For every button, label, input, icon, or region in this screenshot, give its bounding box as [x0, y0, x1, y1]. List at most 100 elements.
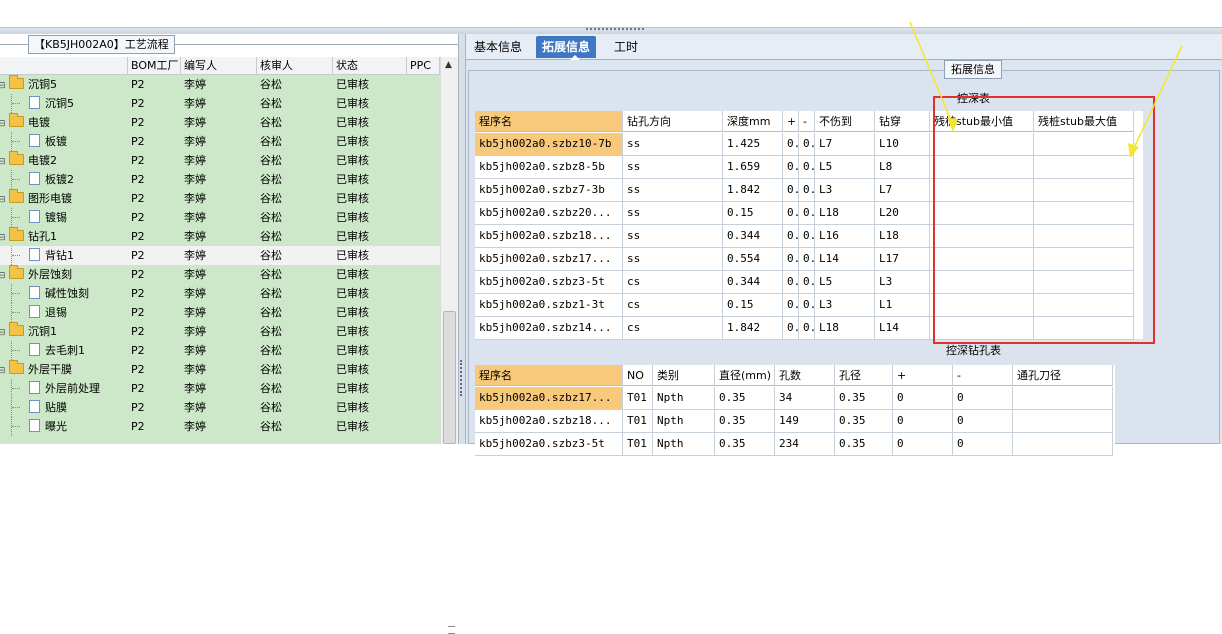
- table-column-header[interactable]: 残桩stub最小值: [930, 111, 1034, 132]
- table-cell[interactable]: L20: [875, 202, 930, 225]
- table-cell[interactable]: 0..: [799, 294, 815, 317]
- table-cell[interactable]: L17: [875, 248, 930, 271]
- table-cell[interactable]: 234: [775, 433, 835, 456]
- table-cell[interactable]: 0: [893, 387, 953, 410]
- table-cell[interactable]: 1.842: [723, 179, 783, 202]
- table-cell[interactable]: 0: [953, 410, 1013, 433]
- table-cell[interactable]: L5: [815, 156, 875, 179]
- table-cell[interactable]: 0.35: [715, 410, 775, 433]
- table-column-header[interactable]: 程序名: [475, 365, 623, 386]
- tree-row[interactable]: 曝光 P2 李婷 谷松 已审核: [0, 417, 440, 436]
- table-cell[interactable]: [930, 271, 1034, 294]
- tree-row[interactable]: 背钻1 P2 李婷 谷松 已审核: [0, 246, 440, 265]
- table-cell[interactable]: cs: [623, 271, 723, 294]
- table-cell[interactable]: 0..: [783, 317, 799, 340]
- table-cell[interactable]: [1034, 317, 1134, 340]
- tab-extended-info[interactable]: 拓展信息: [536, 36, 597, 58]
- table-cell[interactable]: 0: [953, 387, 1013, 410]
- table-column-header[interactable]: NO: [623, 365, 653, 386]
- table-cell[interactable]: 149: [775, 410, 835, 433]
- table-cell[interactable]: 1.842: [723, 317, 783, 340]
- table-column-header[interactable]: 深度mm: [723, 111, 783, 132]
- table-cell[interactable]: 0..: [783, 248, 799, 271]
- table-cell[interactable]: kb5jh002a0.szbz8-5b: [475, 156, 623, 179]
- tree-row[interactable]: 碱性蚀刻 P2 李婷 谷松 已审核: [0, 284, 440, 303]
- column-header-bom[interactable]: BOM工厂: [128, 57, 181, 75]
- tree-row[interactable]: ⊟ 电镀2 P2 李婷 谷松 已审核: [0, 151, 440, 170]
- table-cell[interactable]: L8: [875, 156, 930, 179]
- tree-row[interactable]: 外层前处理 P2 李婷 谷松 已审核: [0, 379, 440, 398]
- table-cell[interactable]: 0.344: [723, 225, 783, 248]
- table-cell[interactable]: 0..: [799, 202, 815, 225]
- table-column-header[interactable]: 直径(mm): [715, 365, 775, 386]
- tree-row[interactable]: 退锡 P2 李婷 谷松 已审核: [0, 303, 440, 322]
- table-cell[interactable]: 0..: [783, 179, 799, 202]
- tree-row[interactable]: 去毛刺1 P2 李婷 谷松 已审核: [0, 341, 440, 360]
- scroll-up-arrow-icon[interactable]: ▲: [445, 60, 452, 70]
- table-cell[interactable]: T01: [623, 387, 653, 410]
- table-cell[interactable]: ss: [623, 248, 723, 271]
- tree-row[interactable]: 沉铜5 P2 李婷 谷松 已审核: [0, 94, 440, 113]
- scroll-thumb[interactable]: [443, 311, 456, 634]
- table-cell[interactable]: 0..: [799, 156, 815, 179]
- tree-row[interactable]: 贴膜 P2 李婷 谷松 已审核: [0, 398, 440, 417]
- table-column-header[interactable]: 不伤到: [815, 111, 875, 132]
- table-cell[interactable]: 0..: [783, 133, 799, 156]
- table-cell[interactable]: L16: [815, 225, 875, 248]
- table-cell[interactable]: 1.659: [723, 156, 783, 179]
- table-cell[interactable]: 0.15: [723, 202, 783, 225]
- table-cell[interactable]: [1013, 433, 1113, 456]
- table-cell[interactable]: L5: [815, 271, 875, 294]
- table-cell[interactable]: L18: [815, 202, 875, 225]
- table-cell[interactable]: [930, 248, 1034, 271]
- table-cell[interactable]: ss: [623, 133, 723, 156]
- table-cell[interactable]: 0: [893, 410, 953, 433]
- table-cell[interactable]: [930, 317, 1034, 340]
- table-cell[interactable]: kb5jh002a0.szbz10-7b: [475, 133, 623, 156]
- table-cell[interactable]: kb5jh002a0.szbz7-3b: [475, 179, 623, 202]
- table-cell[interactable]: 0..: [799, 248, 815, 271]
- table-cell[interactable]: 0.554: [723, 248, 783, 271]
- table-cell[interactable]: ss: [623, 156, 723, 179]
- table-cell[interactable]: 0: [953, 433, 1013, 456]
- table-cell[interactable]: [930, 202, 1034, 225]
- table-column-header[interactable]: 钻穿: [875, 111, 930, 132]
- column-header-name[interactable]: [0, 57, 128, 75]
- table-cell[interactable]: kb5jh002a0.szbz20...: [475, 202, 623, 225]
- table-cell[interactable]: L3: [815, 179, 875, 202]
- table-cell[interactable]: kb5jh002a0.szbz14...: [475, 317, 623, 340]
- column-header-author[interactable]: 编写人: [181, 57, 257, 75]
- table-cell[interactable]: kb5jh002a0.szbz18...: [475, 410, 623, 433]
- tab-work-hours[interactable]: 工时: [608, 36, 644, 58]
- table-cell[interactable]: [1013, 387, 1113, 410]
- tree-row[interactable]: 板镀 P2 李婷 谷松 已审核: [0, 132, 440, 151]
- table-cell[interactable]: [1013, 410, 1113, 433]
- table-cell[interactable]: 0: [893, 433, 953, 456]
- table-cell[interactable]: Npth: [653, 410, 715, 433]
- table-cell[interactable]: L7: [815, 133, 875, 156]
- table-column-header[interactable]: -: [799, 111, 815, 132]
- table-cell[interactable]: [1034, 248, 1134, 271]
- table-cell[interactable]: [1034, 294, 1134, 317]
- table-cell[interactable]: 0..: [799, 133, 815, 156]
- table-cell[interactable]: [1034, 271, 1134, 294]
- table-cell[interactable]: L3: [815, 294, 875, 317]
- table-cell[interactable]: kb5jh002a0.szbz17...: [475, 387, 623, 410]
- table-cell[interactable]: T01: [623, 433, 653, 456]
- tree-row[interactable]: ⊟ 外层蚀刻 P2 李婷 谷松 已审核: [0, 265, 440, 284]
- table-cell[interactable]: L3: [875, 271, 930, 294]
- table-cell[interactable]: 0..: [783, 225, 799, 248]
- table-cell[interactable]: [930, 133, 1034, 156]
- table-cell[interactable]: L18: [815, 317, 875, 340]
- tree-row[interactable]: 板镀2 P2 李婷 谷松 已审核: [0, 170, 440, 189]
- tree-row[interactable]: ⊟ 沉铜5 P2 李婷 谷松 已审核: [0, 75, 440, 94]
- table-cell[interactable]: [930, 294, 1034, 317]
- table-column-header[interactable]: 程序名: [475, 111, 623, 132]
- table-column-header[interactable]: 残桩stub最大值: [1034, 111, 1134, 132]
- table-cell[interactable]: T01: [623, 410, 653, 433]
- table-cell[interactable]: 0..: [799, 225, 815, 248]
- table-cell[interactable]: L1: [875, 294, 930, 317]
- table-cell[interactable]: Npth: [653, 433, 715, 456]
- table-cell[interactable]: ss: [623, 225, 723, 248]
- table-cell[interactable]: [1034, 225, 1134, 248]
